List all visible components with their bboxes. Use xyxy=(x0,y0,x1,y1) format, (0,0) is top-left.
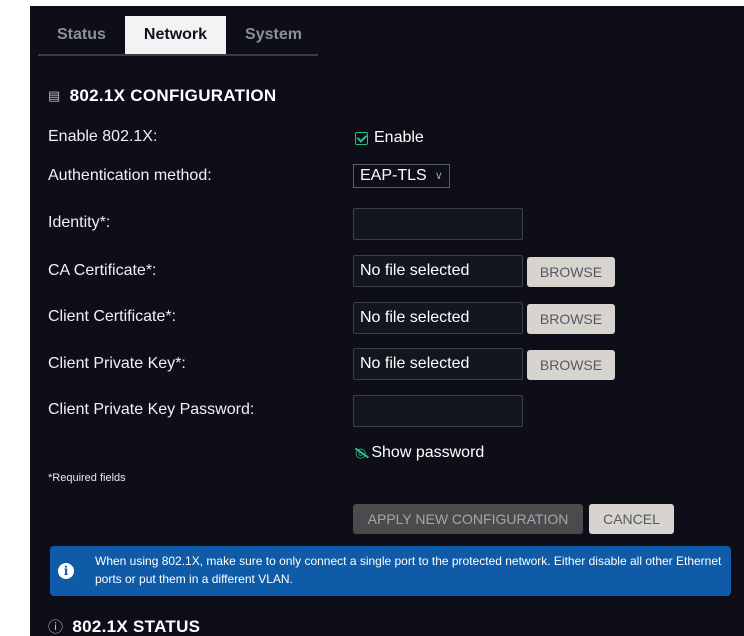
client-certificate-file[interactable]: No file selected xyxy=(353,302,523,334)
private-key-password-label: Client Private Key Password: xyxy=(48,401,255,418)
info-banner-text: When using 802.1X, make sure to only con… xyxy=(95,554,722,586)
eye-slash-icon: ◎ xyxy=(355,445,367,460)
tab-status[interactable]: Status xyxy=(38,16,125,54)
show-password-toggle[interactable]: ◎ Show password xyxy=(355,444,484,462)
tab-system[interactable]: System xyxy=(226,16,321,54)
show-password-label: Show password xyxy=(371,444,485,461)
info-banner: i When using 802.1X, make sure to only c… xyxy=(50,546,731,596)
private-key-label: Client Private Key*: xyxy=(48,355,186,372)
identity-label: Identity*: xyxy=(48,214,111,231)
identity-input[interactable] xyxy=(353,208,523,240)
enable-label: Enable 802.1X: xyxy=(48,128,158,145)
checkbox-checked-icon xyxy=(355,131,368,145)
ca-certificate-file[interactable]: No file selected xyxy=(353,255,523,287)
apply-configuration-button[interactable]: APPLY NEW CONFIGURATION xyxy=(353,504,583,534)
client-certificate-label: Client Certificate*: xyxy=(48,308,177,325)
required-fields-note: *Required fields xyxy=(48,472,126,484)
tab-bar: Status Network System xyxy=(38,16,318,56)
private-key-browse-button[interactable]: BROWSE xyxy=(527,350,615,380)
main-panel: Status Network System ▤ 802.1X CONFIGURA… xyxy=(30,6,744,636)
ca-browse-button[interactable]: BROWSE xyxy=(527,257,615,287)
status-title-text: 802.1X STATUS xyxy=(72,616,201,636)
private-key-file[interactable]: No file selected xyxy=(353,348,523,380)
enable-checkbox[interactable]: Enable xyxy=(355,129,424,147)
ca-certificate-label: CA Certificate*: xyxy=(48,262,157,279)
info-circle-icon: ⓘ xyxy=(48,619,64,636)
auth-method-label: Authentication method: xyxy=(48,167,212,184)
id-card-icon: ▤ xyxy=(48,88,61,103)
client-cert-browse-button[interactable]: BROWSE xyxy=(527,304,615,334)
status-section-title: ⓘ 802.1X STATUS xyxy=(48,616,200,636)
info-icon: i xyxy=(58,563,74,579)
enable-option-label: Enable xyxy=(374,129,424,146)
config-section-title: ▤ 802.1X CONFIGURATION xyxy=(48,86,276,106)
config-title-text: 802.1X CONFIGURATION xyxy=(69,86,277,105)
cancel-button[interactable]: CANCEL xyxy=(589,504,674,534)
auth-method-value: EAP-TLS xyxy=(360,167,427,184)
tab-network[interactable]: Network xyxy=(124,16,227,54)
auth-method-select[interactable]: EAP-TLS ∨ xyxy=(353,164,450,188)
chevron-down-icon: ∨ xyxy=(434,170,443,182)
private-key-password-input[interactable] xyxy=(353,395,523,427)
